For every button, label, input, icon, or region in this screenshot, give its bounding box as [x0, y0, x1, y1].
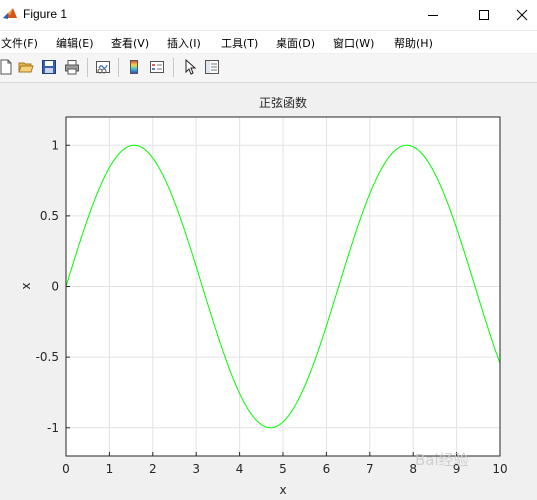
save-icon — [42, 60, 56, 74]
link-plot-button[interactable] — [93, 57, 113, 77]
open-file-icon — [18, 62, 34, 73]
property-inspector-icon — [205, 60, 219, 74]
window-title: Figure 1 — [23, 7, 68, 21]
sine-plot[interactable]: 0 1 2 3 4 5 6 7 8 9 10 -1-0.500.51 正弦函数 x x Bai经验 — [0, 83, 537, 497]
menu-window[interactable]: 窗口(W) — [333, 35, 374, 51]
y-tick-label: 1 — [51, 138, 59, 152]
close-icon — [516, 9, 528, 21]
minimize-icon — [428, 15, 438, 16]
open-file-button[interactable] — [16, 57, 36, 77]
menu-help[interactable]: 帮助(H) — [394, 35, 433, 51]
x-tick-label: 4 — [236, 462, 244, 476]
watermark: Bai经验 — [415, 451, 469, 469]
title-bar: Figure 1 — [0, 0, 537, 31]
menu-file[interactable]: 文件(F) — [1, 35, 38, 51]
x-tick-label: 5 — [279, 462, 287, 476]
x-axis-label: x — [279, 483, 286, 496]
menu-desktop[interactable]: 桌面(D) — [276, 35, 315, 51]
x-tick-label: 3 — [192, 462, 200, 476]
toolbar-separator — [173, 58, 174, 77]
print-button[interactable] — [62, 57, 82, 77]
pointer-icon — [185, 59, 197, 75]
x-tick-label: 2 — [149, 462, 157, 476]
toolbar — [0, 54, 537, 83]
toolbar-separator — [87, 58, 88, 77]
chart-title: 正弦函数 — [259, 95, 307, 110]
x-tick-label: 1 — [106, 462, 114, 476]
minimize-button[interactable] — [410, 0, 456, 30]
y-axis-label: x — [19, 282, 33, 289]
maximize-button[interactable] — [461, 0, 507, 30]
menu-view[interactable]: 查看(V) — [111, 35, 149, 51]
new-figure-button[interactable] — [0, 57, 16, 77]
menu-insert[interactable]: 插入(I) — [167, 35, 201, 51]
menu-bar: 文件(F) 编辑(E) 查看(V) 插入(I) 工具(T) 桌面(D) 窗口(W… — [0, 31, 537, 53]
y-tick-label: 0.5 — [40, 209, 59, 223]
pointer-button[interactable] — [180, 57, 200, 77]
link-plot-icon — [96, 61, 110, 74]
property-inspector-button[interactable] — [202, 57, 222, 77]
x-tick-label: 10 — [492, 462, 507, 476]
x-tick-label: 7 — [366, 462, 374, 476]
legend-button[interactable] — [147, 57, 167, 77]
x-tick-label: 6 — [323, 462, 331, 476]
matlab-icon — [2, 6, 18, 22]
save-button[interactable] — [39, 57, 59, 77]
colorbar-icon — [130, 60, 138, 74]
maximize-icon — [479, 10, 489, 20]
colorbar-button[interactable] — [124, 57, 144, 77]
y-tick-label: -1 — [47, 421, 59, 435]
y-tick-label: -0.5 — [36, 350, 59, 364]
figure-area: 0 1 2 3 4 5 6 7 8 9 10 -1 -0.5 0 0.5 1 正弦函数 x x Bai经验 — [0, 83, 537, 497]
menu-edit[interactable]: 编辑(E) — [56, 35, 94, 51]
close-button[interactable] — [507, 0, 537, 30]
x-tick-label: 0 — [62, 462, 70, 476]
legend-icon — [150, 61, 164, 73]
menu-tools[interactable]: 工具(T) — [221, 35, 258, 51]
new-figure-icon — [0, 59, 12, 75]
toolbar-separator — [118, 58, 119, 77]
y-tick-group: -1 -0.5 0 0.5 1 — [36, 138, 70, 435]
y-tick-label: 0 — [51, 280, 59, 294]
print-icon — [65, 60, 79, 75]
